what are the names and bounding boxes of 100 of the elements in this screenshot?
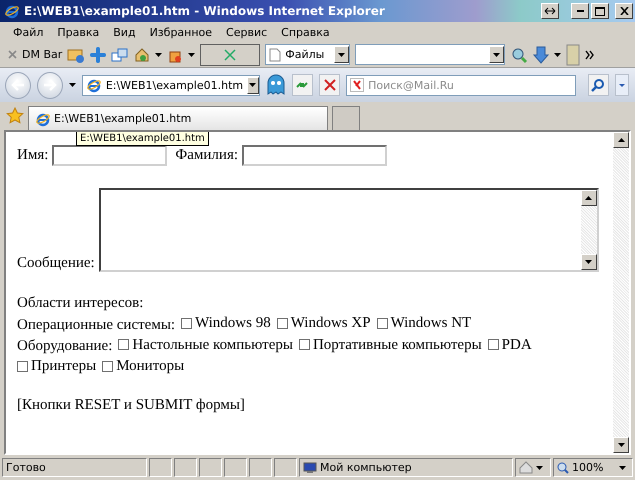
- checkbox[interactable]: [102, 360, 114, 372]
- cursor-button[interactable]: [200, 44, 260, 66]
- status-pane: [174, 458, 197, 477]
- house-icon: [519, 461, 533, 474]
- window-title: E:\WEB1\example01.htm - Windows Internet Explorer: [24, 4, 386, 18]
- home-icon[interactable]: [134, 46, 150, 62]
- search-icon[interactable]: [510, 46, 528, 64]
- checkbox[interactable]: [376, 318, 388, 328]
- address-field[interactable]: E:\WEB1\example01.htm: [82, 74, 260, 96]
- checkbox-label: PDA: [502, 336, 532, 354]
- browser-icon: [86, 77, 102, 93]
- search-icon: [591, 78, 606, 92]
- ghost-icon[interactable]: [266, 74, 286, 96]
- double-arrow-icon: [544, 7, 556, 15]
- caret-icon: [619, 466, 626, 470]
- caret-icon: [554, 52, 562, 56]
- caret-icon: [68, 83, 76, 87]
- search-button[interactable]: [588, 74, 609, 96]
- zone-text: Мой компьютер: [320, 461, 412, 474]
- status-text: Готово: [2, 458, 147, 477]
- checkbox-label: Windows 98: [195, 314, 271, 333]
- field-label: Сообщение:: [17, 255, 95, 272]
- resize-button[interactable]: [541, 3, 559, 19]
- status-pane: [149, 458, 172, 477]
- status-pane: [224, 458, 247, 477]
- section-heading: Области интересов:: [17, 294, 144, 313]
- zoom-control[interactable]: 100%: [553, 458, 633, 477]
- refresh-button[interactable]: [292, 74, 313, 96]
- folder-icon[interactable]: [67, 46, 86, 62]
- checkbox-label: Windows XP: [290, 314, 371, 333]
- field-label: Имя:: [17, 146, 48, 165]
- menu-item[interactable]: Справка: [274, 26, 337, 38]
- surname-input[interactable]: [242, 145, 388, 166]
- minimize-icon: [576, 10, 584, 12]
- close-button[interactable]: [615, 3, 633, 19]
- zoom-text: 100%: [572, 461, 604, 474]
- back-arrow-icon: [10, 79, 25, 91]
- page-icon: [269, 48, 282, 62]
- checkbox[interactable]: [298, 339, 310, 350]
- windows-icon[interactable]: [111, 46, 130, 62]
- chevron-icon[interactable]: [585, 50, 596, 60]
- cross-icon: [223, 48, 238, 62]
- checkbox[interactable]: [181, 318, 192, 328]
- browser-icon: [4, 3, 20, 19]
- menu-item[interactable]: Избранное: [142, 26, 220, 38]
- security-button[interactable]: [515, 458, 551, 477]
- stop-button[interactable]: [318, 74, 340, 96]
- status-pane: [199, 458, 222, 477]
- menu-item[interactable]: Файл: [6, 26, 50, 38]
- plus-icon[interactable]: [90, 46, 106, 62]
- status-pane: [249, 458, 272, 477]
- stop-icon: [324, 79, 336, 91]
- tooltip: E:\WEB1\example01.htm: [76, 132, 209, 146]
- forward-arrow-icon: [42, 79, 57, 91]
- maximize-icon: [595, 6, 605, 16]
- arrow-icon: [618, 443, 624, 447]
- caret-icon: [249, 83, 256, 87]
- close-icon: [620, 7, 628, 15]
- caret-icon[interactable]: [614, 74, 629, 96]
- caret-icon: [493, 52, 500, 56]
- download-icon[interactable]: [533, 46, 550, 64]
- files-dropdown[interactable]: Файлы: [265, 44, 350, 65]
- checkbox[interactable]: [276, 318, 288, 328]
- checkbox-label: Портативные компьютеры: [312, 336, 482, 354]
- status-pane: [274, 458, 297, 477]
- message-textarea[interactable]: [98, 188, 599, 272]
- menu-item[interactable]: Вид: [106, 26, 143, 38]
- arrow-icon: [585, 260, 592, 264]
- arrow-icon: [585, 196, 592, 200]
- computer-icon: [303, 462, 317, 474]
- maximize-button[interactable]: [591, 3, 609, 19]
- checkbox-label: Мониторы: [116, 357, 184, 376]
- star-icon[interactable]: [6, 107, 24, 125]
- group-label: Оборудование:: [17, 338, 112, 354]
- checkbox[interactable]: [488, 339, 499, 350]
- toolbar-label[interactable]: DM Bar: [22, 48, 62, 61]
- field-label: Фамилия:: [175, 146, 238, 165]
- tab[interactable]: E:\WEB1\example01.htm: [28, 106, 328, 130]
- search-engine-icon: [350, 78, 364, 92]
- caret-icon: [536, 466, 543, 470]
- toolbar-combo[interactable]: [355, 44, 506, 65]
- minimize-button[interactable]: [571, 3, 589, 19]
- checkbox-label: Принтеры: [31, 357, 96, 376]
- menu-item[interactable]: Сервис: [219, 26, 274, 38]
- caret-icon: [338, 52, 346, 56]
- checkbox[interactable]: [118, 339, 130, 350]
- menu-item[interactable]: Правка: [50, 26, 106, 38]
- group-label: Операционные системы:: [17, 316, 176, 332]
- scroll-up-button[interactable]: [613, 132, 629, 148]
- zoom-icon: [557, 462, 569, 474]
- form-note: [Кнопки RESET и SUBMIT формы]: [17, 396, 246, 414]
- checkbox-label: Настольные компьютеры: [132, 336, 293, 354]
- name-input[interactable]: [52, 145, 168, 166]
- caret-icon: [155, 52, 162, 56]
- scroll-up-button[interactable]: [580, 190, 597, 206]
- scroll-down-button[interactable]: [580, 254, 597, 270]
- scroll-down-button[interactable]: [613, 437, 629, 453]
- caret-icon: [188, 52, 196, 56]
- arrow-icon: [618, 138, 624, 142]
- checkbox[interactable]: [17, 360, 28, 372]
